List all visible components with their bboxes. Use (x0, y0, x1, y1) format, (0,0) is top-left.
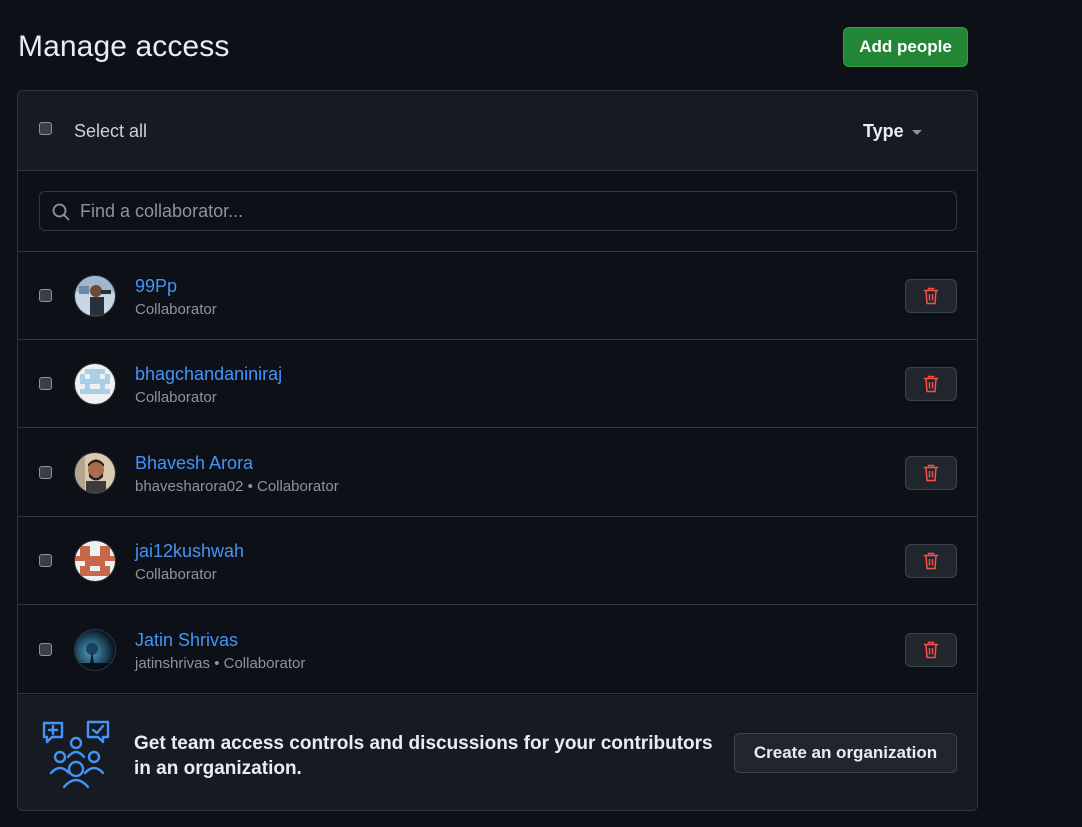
avatar[interactable] (74, 363, 116, 405)
trash-icon (923, 287, 939, 305)
search-row (18, 171, 977, 252)
remove-member-button[interactable] (905, 456, 957, 490)
search-box[interactable] (39, 191, 957, 231)
search-icon (52, 203, 70, 221)
trash-icon (923, 464, 939, 482)
people-icon (42, 720, 110, 789)
create-organization-button[interactable]: Create an organization (734, 733, 957, 773)
member-name-link[interactable]: bhagchandaniniraj (135, 364, 282, 385)
member-checkbox[interactable] (39, 377, 52, 390)
member-meta: Collaborator (135, 566, 217, 583)
member-row: jai12kushwah Collaborator (18, 517, 977, 605)
type-filter-label: Type (863, 121, 904, 141)
type-filter-dropdown[interactable]: Type (863, 121, 922, 142)
organization-upsell: Get team access controls and discussions… (18, 695, 977, 810)
member-checkbox[interactable] (39, 643, 52, 656)
member-checkbox[interactable] (39, 466, 52, 479)
list-header: Select all Type (18, 91, 977, 171)
member-row: bhagchandaniniraj Collaborator (18, 340, 977, 428)
member-name-link[interactable]: 99Pp (135, 276, 177, 297)
add-people-button[interactable]: Add people (843, 27, 968, 67)
member-meta: Collaborator (135, 389, 217, 406)
collaborators-panel: Select all Type Find a collaborator... 9… (17, 90, 978, 811)
avatar-photo-icon (75, 276, 115, 316)
remove-member-button[interactable] (905, 544, 957, 578)
member-meta: bhavesharora02 • Collaborator (135, 478, 339, 495)
avatar[interactable] (74, 275, 116, 317)
select-all-label: Select all (74, 121, 148, 141)
trash-icon (923, 552, 939, 570)
trash-icon (923, 641, 939, 659)
manage-access-page: Manage access Add people Select all Type (0, 0, 1082, 827)
member-row: 99Pp Collaborator (18, 252, 977, 340)
upsell-message: Get team access controls and discussions… (134, 733, 713, 779)
member-meta: jatinshrivas • Collaborator (135, 655, 306, 672)
page-title: Manage access (18, 30, 230, 63)
member-checkbox[interactable] (39, 289, 52, 302)
avatar-photo-icon (75, 453, 115, 493)
avatar[interactable] (74, 452, 116, 494)
remove-member-button[interactable] (905, 633, 957, 667)
remove-member-button[interactable] (905, 367, 957, 401)
caret-down-icon (911, 130, 922, 135)
member-row: Jatin Shrivas jatinshrivas • Collaborato… (18, 606, 977, 694)
identicon-icon (75, 364, 115, 404)
search-input[interactable] (80, 192, 940, 230)
member-checkbox[interactable] (39, 554, 52, 567)
avatar-photo-icon (75, 630, 115, 670)
select-all-checkbox[interactable] (39, 122, 52, 135)
avatar[interactable] (74, 629, 116, 671)
trash-icon (923, 375, 939, 393)
remove-member-button[interactable] (905, 279, 957, 313)
member-row: Bhavesh Arora bhavesharora02 • Collabora… (18, 429, 977, 517)
member-name-link[interactable]: Bhavesh Arora (135, 453, 253, 474)
member-name-link[interactable]: Jatin Shrivas (135, 630, 238, 651)
identicon-icon (75, 541, 115, 581)
member-name-link[interactable]: jai12kushwah (135, 541, 244, 562)
member-meta: Collaborator (135, 301, 217, 318)
avatar[interactable] (74, 540, 116, 582)
